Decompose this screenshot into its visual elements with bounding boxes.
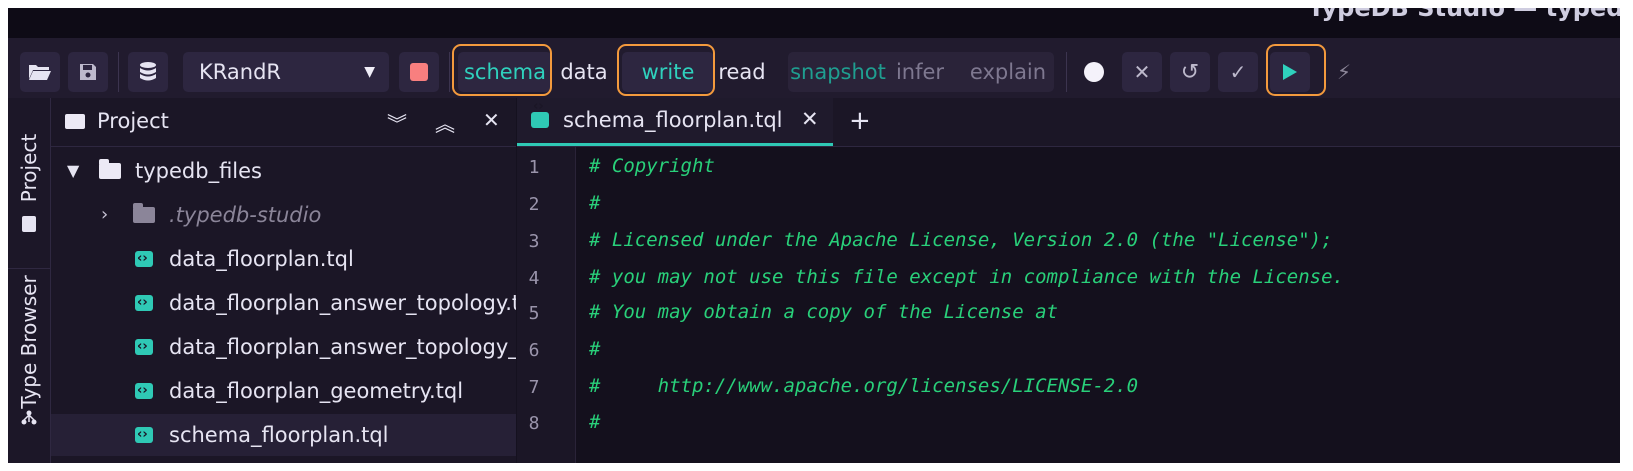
tree-item-label: data_floorplan_answer_topology_an — [169, 335, 516, 359]
transaction-read-toggle[interactable]: read — [714, 52, 770, 92]
disconnect-button[interactable] — [399, 52, 439, 92]
folder-icon — [65, 114, 85, 129]
project-panel-title: Project — [97, 109, 169, 133]
tql-file-icon — [135, 326, 153, 368]
tql-file-icon — [135, 370, 153, 412]
snapshot-toggle[interactable]: snapshot — [790, 52, 886, 92]
tree-item-label: typedb_files — [135, 159, 262, 183]
close-icon: ✕ — [1133, 60, 1151, 84]
code-line: # Copyright — [589, 155, 715, 177]
project-panel: Project ︾ ︽ ✕ ▼ typedb_files › .typedb-s… — [51, 98, 516, 463]
window-title: TypeDB Studio — typedb — [1308, 8, 1620, 22]
title-bar: TypeDB Studio — typedb — [8, 8, 1620, 38]
tab-type-browser[interactable]: Type Browser — [8, 270, 50, 463]
tab-project-label: Project — [17, 133, 41, 203]
close-tab-icon[interactable]: ✕ — [801, 107, 819, 131]
folder-open-icon — [29, 65, 51, 80]
tql-file-icon — [135, 238, 153, 280]
editor-tab-bar: schema_floorplan.tql ✕ + — [517, 98, 1620, 147]
stop-signal-icon: ⚡ — [1336, 60, 1352, 84]
app-window: TypeDB Studio — typedb KRandR ▼ schema d… — [8, 8, 1620, 463]
code-line: # — [589, 192, 601, 214]
tree-folder-typedb-studio[interactable]: › .typedb-studio — [51, 194, 516, 236]
open-folder-button[interactable] — [20, 52, 60, 92]
code-line: # — [589, 411, 601, 433]
infer-toggle[interactable]: infer — [892, 52, 948, 92]
tree-file[interactable]: data_floorplan.tql — [51, 238, 516, 280]
chevron-right-icon: › — [101, 204, 109, 225]
tql-file-icon — [135, 282, 153, 324]
chevron-down-icon: ▼ — [67, 161, 80, 180]
tab-label: schema_floorplan.tql — [563, 108, 783, 132]
tree-file[interactable]: data_floorplan_geometry.tql — [51, 370, 516, 412]
project-icon — [22, 216, 36, 232]
toolbar: KRandR ▼ schema data write read snapshot… — [8, 38, 1620, 98]
highlight-box — [617, 44, 715, 96]
database-select-value: KRandR — [199, 60, 282, 84]
session-data-toggle[interactable]: data — [556, 52, 612, 92]
toolbar-divider — [1066, 52, 1067, 92]
toolbar-divider — [449, 52, 450, 92]
project-panel-header: Project ︾ ︽ ✕ — [51, 98, 516, 147]
tree-item-label: data_floorplan_answer_topology.tql — [169, 291, 516, 315]
tree-item-label: .typedb-studio — [169, 203, 322, 227]
commit-button[interactable]: ✓ — [1218, 52, 1258, 92]
explain-toggle[interactable]: explain — [966, 52, 1050, 92]
transaction-status-indicator — [1074, 52, 1114, 92]
commit-icon: ✓ — [1229, 60, 1247, 84]
left-tool-strip: Project Type Browser — [8, 98, 51, 463]
expand-all-icon[interactable]: ︾ — [387, 108, 407, 137]
strip-divider — [8, 268, 50, 269]
database-icon — [140, 62, 156, 81]
tree-file-selected[interactable]: schema_floorplan.tql — [51, 414, 516, 456]
close-transaction-button[interactable]: ✕ — [1122, 52, 1162, 92]
new-tab-button[interactable]: + — [849, 106, 871, 136]
tree-file[interactable]: data_floorplan_answer_topology.tql — [51, 282, 516, 324]
tab-type-browser-label: Type Browser — [17, 275, 41, 409]
tree-folder-typedb-files[interactable]: ▼ typedb_files — [51, 150, 516, 192]
stop-signal-button[interactable]: ⚡ — [1324, 52, 1364, 92]
close-icon[interactable]: ✕ — [483, 108, 500, 132]
status-circle-icon — [1084, 62, 1104, 82]
database-manager-button[interactable] — [128, 52, 168, 92]
collapse-all-icon[interactable]: ︽ — [435, 108, 455, 137]
rollback-button[interactable]: ↺ — [1170, 52, 1210, 92]
code-line: # you may not use this file except in co… — [589, 266, 1344, 288]
code-line: # You may obtain a copy of the License a… — [589, 301, 1058, 323]
tql-file-icon — [135, 414, 153, 456]
tree-file[interactable]: data_floorplan_answer_topology_an — [51, 326, 516, 368]
tree-item-label: schema_floorplan.tql — [169, 423, 389, 447]
tab-schema-floorplan[interactable]: schema_floorplan.tql ✕ — [517, 98, 833, 146]
stop-icon — [410, 63, 428, 81]
save-button[interactable] — [68, 52, 108, 92]
highlight-box — [1266, 44, 1326, 96]
code-line: # — [589, 338, 601, 360]
hierarchy-icon — [21, 410, 37, 425]
code-line: # http://www.apache.org/licenses/LICENSE… — [589, 375, 1139, 397]
database-select[interactable]: KRandR ▼ — [183, 52, 389, 92]
editor-area: schema_floorplan.tql ✕ + 1 2 3 4 5 6 7 8… — [517, 98, 1620, 463]
code-line: # Licensed under the Apache License, Ver… — [589, 229, 1333, 251]
toolbar-divider — [118, 52, 119, 92]
tab-project[interactable]: Project — [8, 98, 50, 268]
code-area[interactable]: # Copyright # # Licensed under the Apach… — [517, 147, 1620, 463]
save-icon — [80, 64, 96, 80]
folder-icon — [133, 194, 155, 236]
tree-item-label: data_floorplan_geometry.tql — [169, 379, 464, 403]
folder-open-icon — [99, 150, 121, 192]
rollback-icon: ↺ — [1180, 59, 1200, 85]
chevron-down-icon: ▼ — [364, 64, 375, 80]
highlight-box — [452, 44, 552, 96]
tree-item-label: data_floorplan.tql — [169, 247, 354, 271]
